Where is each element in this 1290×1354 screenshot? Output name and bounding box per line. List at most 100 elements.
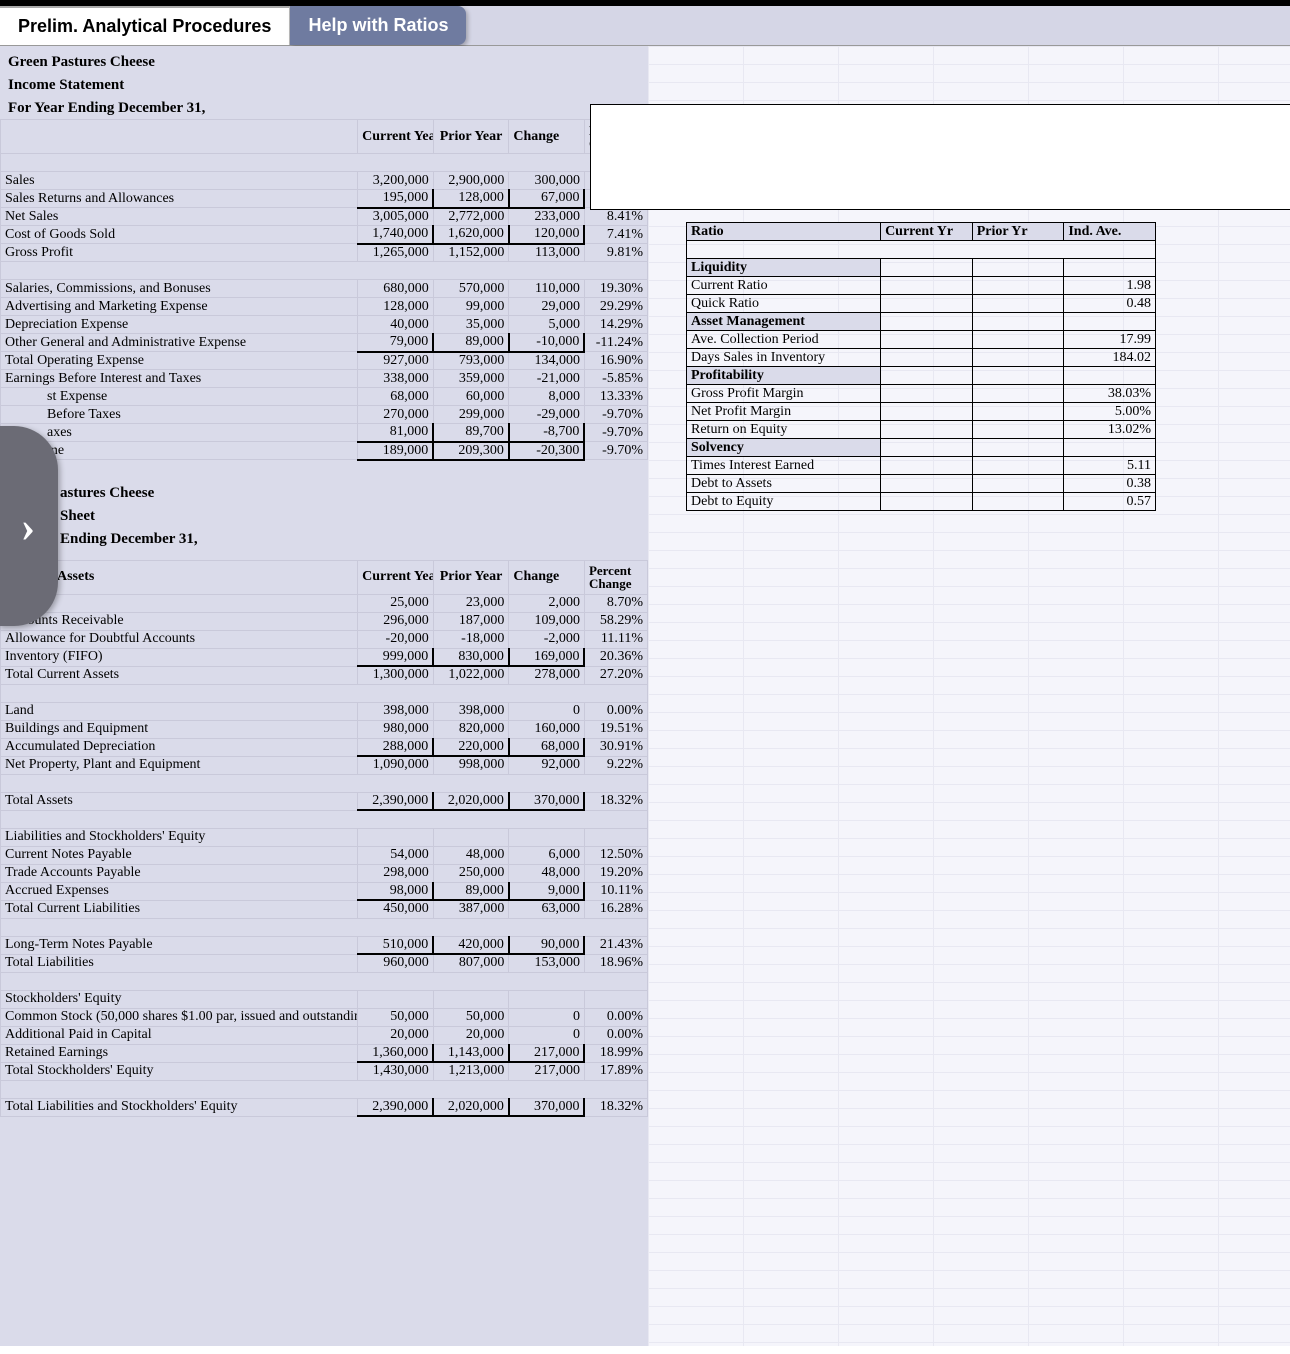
cell[interactable]: 370,000 <box>509 792 585 810</box>
cell[interactable]: 217,000 <box>509 1062 585 1080</box>
ratio-ind[interactable]: 184.02 <box>1064 349 1156 367</box>
ratio-cy[interactable] <box>881 475 973 493</box>
cell[interactable]: 2,900,000 <box>433 172 509 190</box>
cell[interactable]: 570,000 <box>433 280 509 298</box>
cell[interactable]: 450,000 <box>358 900 434 918</box>
cell[interactable]: 980,000 <box>358 720 434 738</box>
cell[interactable]: 359,000 <box>433 370 509 388</box>
cell[interactable]: 1,360,000 <box>358 1044 434 1062</box>
ratio-cy[interactable] <box>881 331 973 349</box>
tab-help-ratios[interactable]: Help with Ratios <box>290 6 466 45</box>
tab-prelim-analytical[interactable]: Prelim. Analytical Procedures <box>0 6 290 45</box>
cell[interactable]: 217,000 <box>509 1044 585 1062</box>
cell[interactable]: 1,740,000 <box>358 226 434 244</box>
cell[interactable]: 387,000 <box>433 900 509 918</box>
ratio-cy[interactable] <box>881 403 973 421</box>
cell[interactable]: 110,000 <box>509 280 585 298</box>
cell[interactable]: -9.70% <box>584 442 647 460</box>
ratio-py[interactable] <box>972 331 1064 349</box>
cell[interactable]: 16.90% <box>584 352 647 370</box>
cell[interactable]: 510,000 <box>358 936 434 954</box>
cell[interactable]: 960,000 <box>358 954 434 972</box>
cell[interactable]: 20,000 <box>433 1026 509 1044</box>
cell[interactable]: 60,000 <box>433 388 509 406</box>
cell[interactable]: 19.20% <box>584 864 647 882</box>
cell[interactable]: 29.29% <box>584 298 647 316</box>
cell[interactable]: 420,000 <box>433 936 509 954</box>
cell[interactable]: 8,000 <box>509 388 585 406</box>
cell[interactable]: 278,000 <box>509 666 585 684</box>
cell[interactable]: 30.91% <box>584 738 647 756</box>
cell[interactable]: 830,000 <box>433 648 509 666</box>
cell[interactable]: 1,620,000 <box>433 226 509 244</box>
cell[interactable]: 109,000 <box>509 612 585 630</box>
cell[interactable]: 1,022,000 <box>433 666 509 684</box>
cell[interactable]: 2,390,000 <box>358 1098 434 1116</box>
cell[interactable]: 16.28% <box>584 900 647 918</box>
cell[interactable]: 3,005,000 <box>358 208 434 226</box>
cell[interactable]: -20,000 <box>358 630 434 648</box>
cell[interactable]: 50,000 <box>358 1008 434 1026</box>
cell[interactable]: 195,000 <box>358 190 434 208</box>
cell[interactable]: 99,000 <box>433 298 509 316</box>
cell[interactable]: 19.30% <box>584 280 647 298</box>
cell[interactable]: -21,000 <box>509 370 585 388</box>
cell[interactable]: 58.29% <box>584 612 647 630</box>
ratio-ind[interactable]: 17.99 <box>1064 331 1156 349</box>
cell[interactable]: 14.29% <box>584 316 647 334</box>
ratio-ind[interactable]: 0.57 <box>1064 493 1156 511</box>
cell[interactable]: 50,000 <box>433 1008 509 1026</box>
cell[interactable]: 189,000 <box>358 442 434 460</box>
cell[interactable]: 1,300,000 <box>358 666 434 684</box>
cell[interactable]: 20,000 <box>358 1026 434 1044</box>
cell[interactable]: 81,000 <box>358 424 434 442</box>
cell[interactable]: 128,000 <box>358 298 434 316</box>
ratio-cy[interactable] <box>881 493 973 511</box>
cell[interactable]: 169,000 <box>509 648 585 666</box>
ratio-ind[interactable]: 38.03% <box>1064 385 1156 403</box>
cell[interactable]: 19.51% <box>584 720 647 738</box>
cell[interactable]: -9.70% <box>584 424 647 442</box>
cell[interactable]: 18.99% <box>584 1044 647 1062</box>
cell[interactable]: 1,265,000 <box>358 244 434 262</box>
cell[interactable]: 11.11% <box>584 630 647 648</box>
cell[interactable]: 299,000 <box>433 406 509 424</box>
cell[interactable]: 54,000 <box>358 846 434 864</box>
cell[interactable]: -18,000 <box>433 630 509 648</box>
cell[interactable]: 807,000 <box>433 954 509 972</box>
cell[interactable]: 134,000 <box>509 352 585 370</box>
cell[interactable]: 13.33% <box>584 388 647 406</box>
cell[interactable]: 68,000 <box>358 388 434 406</box>
cell[interactable]: 20.36% <box>584 648 647 666</box>
cell[interactable]: 300,000 <box>509 172 585 190</box>
cell[interactable]: 63,000 <box>509 900 585 918</box>
cell[interactable]: 48,000 <box>509 864 585 882</box>
cell[interactable]: 2,020,000 <box>433 1098 509 1116</box>
cell[interactable]: 398,000 <box>433 702 509 720</box>
cell[interactable]: 8.41% <box>584 208 647 226</box>
cell[interactable]: -2,000 <box>509 630 585 648</box>
ratio-py[interactable] <box>972 403 1064 421</box>
cell[interactable]: 0.00% <box>584 702 647 720</box>
cell[interactable]: 18.96% <box>584 954 647 972</box>
cell[interactable]: 370,000 <box>509 1098 585 1116</box>
cell[interactable]: 21.43% <box>584 936 647 954</box>
cell[interactable]: -29,000 <box>509 406 585 424</box>
cell[interactable]: 398,000 <box>358 702 434 720</box>
cell[interactable]: 67,000 <box>509 190 585 208</box>
ratio-py[interactable] <box>972 349 1064 367</box>
cell[interactable]: 79,000 <box>358 334 434 352</box>
cell[interactable]: 298,000 <box>358 864 434 882</box>
cell[interactable]: 2,000 <box>509 594 585 612</box>
cell[interactable]: 1,143,000 <box>433 1044 509 1062</box>
cell[interactable]: 0.00% <box>584 1026 647 1044</box>
cell[interactable]: 128,000 <box>433 190 509 208</box>
cell[interactable]: -9.70% <box>584 406 647 424</box>
cell[interactable]: -8,700 <box>509 424 585 442</box>
ratio-cy[interactable] <box>881 295 973 313</box>
ratio-ind[interactable]: 0.48 <box>1064 295 1156 313</box>
cell[interactable]: 270,000 <box>358 406 434 424</box>
cell[interactable]: 2,390,000 <box>358 792 434 810</box>
cell[interactable]: 2,772,000 <box>433 208 509 226</box>
cell[interactable]: -10,000 <box>509 334 585 352</box>
